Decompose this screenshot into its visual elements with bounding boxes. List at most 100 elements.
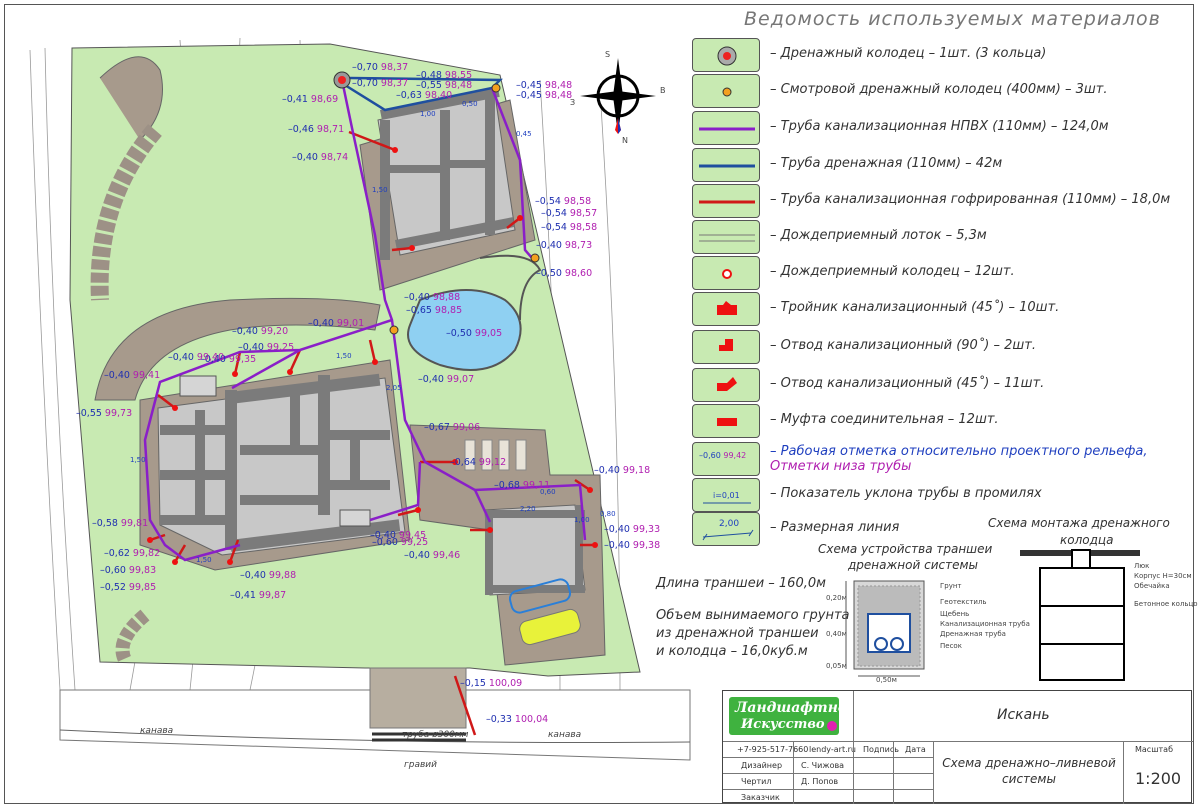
compass-north: N [622, 136, 628, 145]
designer-name: С. Чижова [801, 761, 845, 770]
drawing-title: Схема дренажно–ливневой системы [942, 756, 1116, 786]
col-date: Дата [905, 745, 926, 754]
project-name: Искань [997, 707, 1050, 723]
inspection-well-icon [692, 74, 760, 108]
elevation-mark: –0,40 99,18 [594, 465, 651, 476]
coupling-icon [692, 404, 760, 438]
drain-pipe-icon [692, 148, 760, 182]
legend-row: – Труба канализационная НПВХ (110мм) – 1… [692, 111, 1192, 147]
legend-title: Ведомость используемых материалов [744, 8, 1161, 30]
well-part-label: Корпус Н=30см [1134, 572, 1192, 580]
trench-scheme-title-1: Схема устройства траншеи [818, 542, 993, 556]
elevation-mark: –0,40 99,20 [232, 326, 289, 337]
legend-text: – Отвод канализационный (90˚) – 2шт. [770, 338, 1037, 353]
elevation-mark: –0,40 99,33 [604, 524, 661, 535]
dimension-label: 1,50 [372, 186, 388, 194]
ditch-right-label: канава [548, 730, 582, 740]
dimension-label: 0,80 [600, 510, 616, 518]
elevation-mark: –0,70 98,37 [352, 62, 409, 73]
drafter-name: Д. Попов [801, 777, 839, 786]
elevation-mark: –0,67 99,06 [424, 422, 481, 433]
well-scheme-title-1: Схема монтажа дренажного [988, 516, 1170, 530]
elevation-mark: –0,50 99,05 [446, 328, 503, 339]
elevation-mark: –0,40 99,41 [104, 370, 161, 381]
legend-text: – Рабочая отметка относительно проектног… [770, 444, 1148, 474]
legend-text: – Труба канализационная гофрированная (1… [770, 192, 1171, 207]
elevation-mark: –0,63 98,40 [396, 90, 453, 101]
phone: +7-925-517-7660 [737, 745, 809, 754]
elevation-mark: –0,64 99,12 [450, 457, 507, 468]
trench-layer-label: Песок [940, 642, 962, 650]
culvert-label: труба ø300мм [402, 730, 469, 740]
legend-text: – Отвод канализационный (45˚) – 11шт. [770, 376, 1045, 391]
dimension-label: 2,05 [386, 384, 402, 392]
logo-dot-icon [827, 721, 837, 731]
legend-row: – Смотровой дренажный колодец (400мм) – … [692, 74, 1192, 110]
legend-text: – Дренажный колодец – 1шт. (3 кольца) [770, 46, 1047, 61]
well-part-label: Бетонное кольцо [1134, 600, 1198, 608]
dimension-label: 1,50 [196, 556, 212, 564]
elevation-mark: –0,65 98,85 [406, 305, 463, 316]
slope-indicator-icon: i=0,01 [692, 478, 760, 512]
dimension-label: 0,60 [540, 488, 556, 496]
elevation-mark: –0,40 99,38 [604, 540, 661, 551]
elevation-mark: –0,55 99,73 [76, 408, 133, 419]
well-part-label: Обечайка [1134, 582, 1170, 590]
trench-dimension: 0,05м [826, 662, 847, 670]
elevation-mark: –0,46 98,71 [288, 124, 345, 135]
legend-row: – Труба канализационная гофрированная (1… [692, 184, 1192, 220]
legend-row: – Труба дренажная (110мм) – 42м [692, 148, 1192, 184]
dimension-label: 0,45 [516, 130, 532, 138]
compass-east: В [660, 86, 666, 95]
logo-line-1: Ландшафтное [735, 700, 857, 716]
elevation-mark: –0,52 99,85 [100, 582, 157, 593]
legend-text: – Смотровой дренажный колодец (400мм) – … [770, 82, 1108, 97]
ditch-left-label: канава [140, 726, 174, 736]
elevation-mark: –0,40 99,40 [168, 352, 225, 363]
dimension-label: 1,00 [420, 110, 436, 118]
legend-text: – Дождеприемный лоток – 5,3м [770, 228, 987, 243]
garage [484, 504, 586, 596]
drainage-well [333, 71, 351, 89]
legend-symbol-text: 2,00 [719, 519, 740, 529]
legend-text: – Показатель уклона трубы в промилях [770, 486, 1042, 501]
elevation-mark: –0,70 98,37 [352, 78, 409, 89]
company-logo: Ландшафтное Искусство [729, 697, 856, 735]
drafter-role: Чертил [741, 777, 772, 786]
legend-row: – Дождеприемный колодец – 12шт. [692, 256, 1192, 292]
elevation-mark: –0,40 99,88 [240, 570, 297, 581]
soil-volume-line-3: и колодца – 16,0куб.м [656, 644, 808, 659]
elevation-mark: –0,40 98,88 [404, 292, 461, 303]
dimension-label: 1,00 [574, 516, 590, 524]
legend-row: – Дренажный колодец – 1шт. (3 кольца) [692, 38, 1192, 74]
legend-row: – Тройник канализационный (45˚) – 10шт. [692, 292, 1192, 328]
logo-line-2: Искусство [741, 717, 825, 732]
elevation-mark: –0,54 98,58 [535, 196, 592, 207]
legend-row: i=0,01 – Показатель уклона трубы в промил… [692, 478, 1192, 514]
corrugated-pipe-icon [692, 184, 760, 218]
title-block: Ландшафтное Искусство Искань +7-925-517-… [722, 690, 1193, 804]
elevation-mark: –0,60 99,25 [372, 537, 429, 548]
elevation-mark: –0,60 99,83 [100, 565, 157, 576]
elevation-mark-icon: –0,60 99,42 [692, 442, 760, 476]
legend-row: –0,60 99,42 – Рабочая отметка относительн… [692, 442, 1192, 478]
trench-dimension: 0,20м [826, 594, 847, 602]
elevation-mark: –0,40 99,46 [404, 550, 461, 561]
compass-south: S [605, 50, 611, 59]
dimension-line-icon: 2,00 [692, 512, 760, 546]
well-cross-section [1020, 549, 1140, 681]
trench-cross-section [845, 580, 925, 677]
legend-text: – Муфта соединительная – 12шт. [770, 412, 999, 427]
legend-row: – Отвод канализационный (45˚) – 11шт. [692, 368, 1192, 404]
soil-volume-line-2: из дренажной траншеи [656, 626, 819, 641]
trench-dimension: 0,50м [876, 676, 897, 684]
elevation-mark: –0,41 98,69 [282, 94, 339, 105]
legend-row: – Муфта соединительная – 12шт. [692, 404, 1192, 440]
trench-length: Длина траншеи – 160,0м [656, 576, 826, 591]
legend-text: – Тройник канализационный (45˚) – 10шт. [770, 300, 1060, 315]
legend-text: – Труба дренажная (110мм) – 42м [770, 156, 1003, 171]
elevation-mark: –0,62 99,82 [104, 548, 161, 559]
legend-row: – Дождеприемный лоток – 5,3м [692, 220, 1192, 256]
website: lendy-art.ru [809, 745, 857, 754]
legend-text: – Дождеприемный колодец – 12шт. [770, 264, 1015, 279]
